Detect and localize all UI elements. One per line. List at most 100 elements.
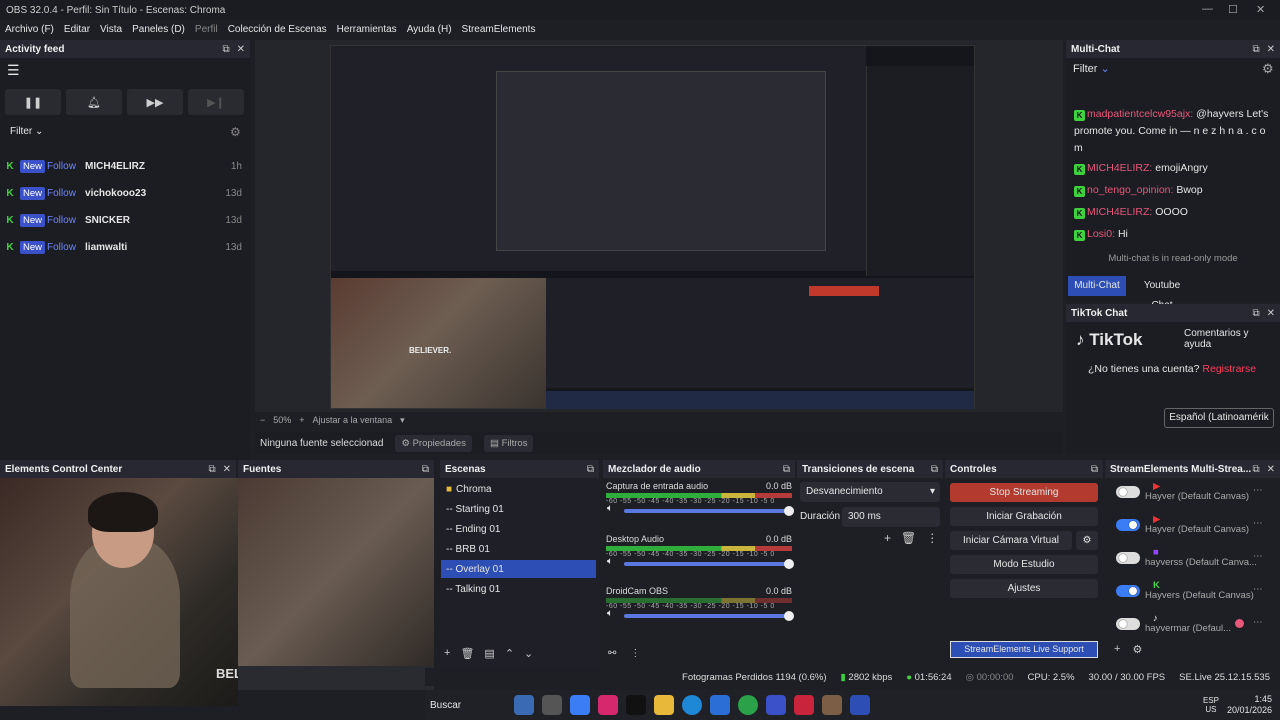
speaker-icon[interactable]: 🔈︎ (607, 608, 613, 619)
add-icon[interactable]: + (884, 531, 891, 545)
trash-icon[interactable]: 🗑︎ (460, 647, 474, 660)
chevron-down-icon[interactable]: ▾ (400, 415, 405, 426)
menu-vista[interactable]: Vista (100, 24, 122, 35)
menu-coleccion[interactable]: Colección de Escenas (228, 24, 327, 35)
close-icon[interactable]: ✕ (1256, 3, 1265, 16)
float-icon[interactable]: ⧉ (422, 464, 429, 475)
speaker-icon[interactable]: 🔈︎ (607, 503, 613, 514)
float-icon[interactable]: ⧉ (1252, 464, 1259, 475)
float-icon[interactable]: ⧉ (587, 464, 594, 475)
menu-ayuda[interactable]: Ayuda (H) (407, 24, 452, 35)
scene-item[interactable]: -- Starting 01 (441, 500, 596, 518)
add-icon[interactable]: + (444, 647, 450, 660)
scene-item[interactable]: ■ Chroma (441, 480, 596, 498)
filter-icon[interactable]: ▤ (484, 647, 494, 660)
tab-multichat[interactable]: Multi-Chat (1068, 276, 1126, 296)
duration-field[interactable]: 300 ms (842, 507, 940, 527)
keyboard-language[interactable]: ESP US (1203, 696, 1219, 714)
float-icon[interactable]: ⧉ (208, 464, 215, 475)
app-icon[interactable] (514, 695, 534, 715)
maximize-icon[interactable]: ☐ (1228, 3, 1238, 16)
volume-slider[interactable]: 🔈︎ (607, 503, 794, 516)
list-item[interactable]: K New Follow SNICKER 13d (0, 211, 250, 229)
live-support-button[interactable]: StreamElements Live Support (950, 641, 1098, 658)
menu-dots-icon[interactable]: ⋯ (1253, 485, 1263, 496)
destination-toggle[interactable] (1116, 585, 1140, 597)
register-link[interactable]: Registrarse (1202, 363, 1256, 375)
float-icon[interactable]: ⧉ (1091, 464, 1098, 475)
float-icon[interactable]: ⧉ (222, 44, 229, 55)
language-select[interactable]: Español (Latinoamérik (1164, 408, 1274, 428)
menu-dots-icon[interactable]: ⋯ (1253, 551, 1263, 562)
chat-user[interactable]: MICH4ELIRZ: (1087, 206, 1152, 218)
destination-toggle[interactable] (1116, 519, 1140, 531)
list-item[interactable]: K New Follow vichokooo23 13d (0, 184, 250, 202)
virtual-camera-button[interactable]: Iniciar Cámara Virtual (950, 531, 1072, 550)
scene-item[interactable]: -- Talking 01 (441, 580, 596, 598)
activity-filter-dropdown[interactable]: Filter ⌄ (10, 126, 43, 137)
float-icon[interactable]: ⧉ (931, 464, 938, 475)
close-icon[interactable]: ✕ (1267, 308, 1275, 319)
filters-button[interactable]: ▤ Filtros (483, 434, 534, 452)
app-icon[interactable] (794, 695, 814, 715)
speaker-icon[interactable]: 🔈︎ (607, 556, 613, 567)
menu-dots-icon[interactable]: ⋮ (630, 648, 640, 659)
tiktok-icon[interactable] (626, 695, 646, 715)
menu-streamelements[interactable]: StreamElements (462, 24, 536, 35)
destination-toggle[interactable] (1116, 552, 1140, 564)
close-icon[interactable]: ✕ (223, 464, 231, 475)
link-icon[interactable]: ⚯ (608, 648, 616, 659)
chat-filter-dropdown[interactable]: Filter ⌄ (1073, 62, 1110, 75)
float-icon[interactable]: ⧉ (1252, 308, 1259, 319)
minimize-icon[interactable]: — (1202, 3, 1213, 15)
skip-button[interactable]: ▶▶ (127, 89, 183, 115)
gear-icon[interactable]: ⚙ (1076, 531, 1098, 550)
taskbar-search[interactable]: Buscar (430, 700, 510, 711)
pause-button[interactable]: ❚❚ (5, 89, 61, 115)
zoom-in-icon[interactable]: + (299, 415, 304, 425)
menu-herramientas[interactable]: Herramientas (337, 24, 397, 35)
xbox-icon[interactable] (738, 695, 758, 715)
obs-icon[interactable] (822, 695, 842, 715)
stop-streaming-button[interactable]: Stop Streaming (950, 483, 1098, 502)
clock[interactable]: 1:45 20/01/2026 (1227, 694, 1272, 716)
volume-slider[interactable]: 🔈︎ (607, 556, 794, 569)
folder-icon[interactable] (654, 695, 674, 715)
preview-canvas[interactable]: BELIEVER. (330, 45, 975, 409)
menu-dots-icon[interactable]: ⋯ (1253, 518, 1263, 529)
zoom-out-icon[interactable]: − (260, 415, 265, 425)
tab-youtube-chat[interactable]: Youtube Chat (1132, 276, 1192, 311)
chat-user[interactable]: MICH4ELIRZ: (1087, 162, 1152, 174)
settings-button[interactable]: Ajustes (950, 579, 1098, 598)
close-icon[interactable]: ✕ (1267, 44, 1275, 55)
add-icon[interactable]: + (1114, 643, 1120, 656)
app-icon[interactable] (850, 695, 870, 715)
chat-user[interactable]: madpatientcelcw95ajx: (1087, 108, 1193, 120)
skip-end-button[interactable]: ▶❙ (188, 89, 244, 115)
menu-editar[interactable]: Editar (64, 24, 90, 35)
transition-select[interactable]: Desvanecimiento ▾ (800, 482, 940, 502)
menu-perfil[interactable]: Perfil (195, 24, 218, 35)
gear-icon[interactable]: ⚙ (1132, 643, 1142, 656)
sources-list[interactable]: BELIEVER. (216, 478, 434, 681)
destination-toggle[interactable] (1116, 618, 1140, 630)
chat-user[interactable]: Losi0: (1087, 228, 1115, 240)
destination-toggle[interactable] (1116, 486, 1140, 498)
menu-dots-icon[interactable]: ⋯ (1253, 584, 1263, 595)
properties-button[interactable]: ⚙ Propiedades (395, 434, 472, 452)
instagram-icon[interactable] (598, 695, 618, 715)
menu-dots-icon[interactable]: ⋮ (926, 531, 938, 545)
gear-icon[interactable]: ⚙ (230, 125, 241, 139)
menu-archivo[interactable]: Archivo (F) (5, 24, 54, 35)
studio-mode-button[interactable]: Modo Estudio (950, 555, 1098, 574)
outlook-icon[interactable] (710, 695, 730, 715)
scene-item-selected[interactable]: -- Overlay 01 (441, 560, 596, 578)
app-icon[interactable] (542, 695, 562, 715)
float-icon[interactable]: ⧉ (1252, 44, 1259, 55)
start-recording-button[interactable]: Iniciar Grabación (950, 507, 1098, 526)
scene-item[interactable]: -- BRB 01 (441, 540, 596, 558)
list-item[interactable]: K New Follow liamwalti 13d (0, 238, 250, 256)
chat-user[interactable]: no_tengo_opinion: (1087, 184, 1173, 196)
close-icon[interactable]: ✕ (1267, 464, 1275, 475)
bell-button[interactable]: 🔔︎ (66, 89, 122, 115)
